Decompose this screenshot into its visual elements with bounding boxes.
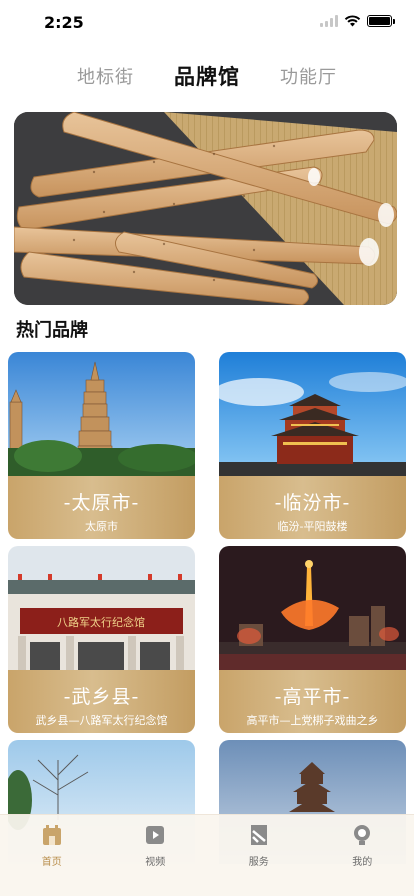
section-title-hot-brands: 热门品牌 <box>16 320 88 341</box>
tabbar-label: 我的 <box>352 857 373 868</box>
brand-card-taiyuan[interactable]: -太原市- 太原市 <box>8 352 195 539</box>
card-title: -太原市- <box>63 492 140 514</box>
card-title: -高平市- <box>274 686 351 708</box>
status-time: 2:25 <box>44 13 84 32</box>
card-photo-gaoping <box>219 546 406 670</box>
brand-card-gaoping[interactable]: -高平市- 高平市—上党梆子戏曲之乡 <box>219 546 406 733</box>
brand-card-linfen[interactable]: -临汾市- 临汾-平阳鼓楼 <box>219 352 406 539</box>
card-caption: -太原市- 太原市 <box>8 476 195 539</box>
card-subtitle: 高平市—上党梆子戏曲之乡 <box>246 714 379 727</box>
brand-card-wuxiang[interactable]: 八路军太行纪念馆 -武乡县- 武乡县—八路军太行纪念馆 <box>8 546 195 733</box>
banner-image[interactable] <box>14 112 397 305</box>
tab-brand-hall[interactable]: 品牌馆 <box>174 61 240 91</box>
home-icon <box>42 825 61 845</box>
bottom-tab-bar: 首页 视频 服务 我的 <box>0 814 414 896</box>
card-title: -武乡县- <box>63 686 140 708</box>
tabbar-item-profile[interactable]: 我的 <box>311 815 414 896</box>
battery-icon <box>367 15 395 27</box>
tabbar-item-service[interactable]: 服务 <box>207 815 311 896</box>
card-caption: -高平市- 高平市—上党梆子戏曲之乡 <box>219 670 406 733</box>
tabbar-label: 服务 <box>248 857 269 868</box>
tabbar-label: 视频 <box>145 857 166 868</box>
card-caption: -临汾市- 临汾-平阳鼓楼 <box>219 476 406 539</box>
card-title: -临汾市- <box>274 492 351 514</box>
tab-landmark-street[interactable]: 地标街 <box>77 63 134 89</box>
service-icon <box>250 825 267 845</box>
card-photo-wuxiang: 八路军太行纪念馆 <box>8 546 195 670</box>
profile-icon <box>354 825 371 845</box>
tabbar-item-video[interactable]: 视频 <box>104 815 208 896</box>
video-icon <box>146 826 165 844</box>
tabbar-item-home[interactable]: 首页 <box>0 815 104 896</box>
status-bar: 2:25 <box>0 0 414 44</box>
status-icons <box>320 15 395 27</box>
card-caption: -武乡县- 武乡县—八路军太行纪念馆 <box>8 670 195 733</box>
category-tabs: 地标街 品牌馆 功能厅 <box>0 58 414 94</box>
cellular-signal-icon <box>320 15 338 27</box>
wifi-icon <box>344 15 361 27</box>
card-subtitle: 武乡县—八路军太行纪念馆 <box>35 714 168 727</box>
tab-function-hall[interactable]: 功能厅 <box>280 63 337 89</box>
gate-sign-text: 八路军太行纪念馆 <box>57 615 145 629</box>
card-subtitle: 太原市 <box>85 520 118 533</box>
card-photo-taiyuan <box>8 352 195 476</box>
tabbar-label: 首页 <box>41 857 62 868</box>
card-photo-linfen <box>219 352 406 476</box>
card-subtitle: 临汾-平阳鼓楼 <box>277 520 348 533</box>
